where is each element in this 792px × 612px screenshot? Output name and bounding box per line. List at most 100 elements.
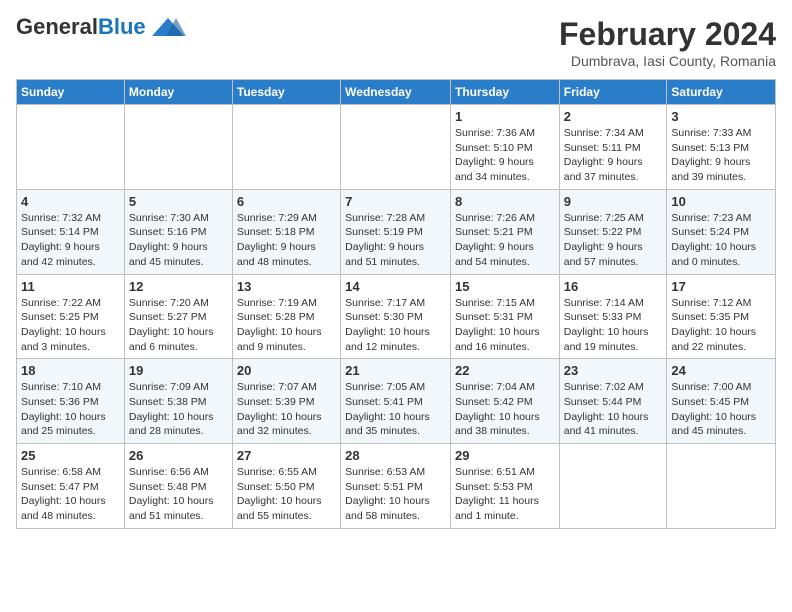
table-cell: 4 Sunrise: 7:32 AMSunset: 5:14 PMDaylight… [17, 189, 125, 274]
week-row-2: 4 Sunrise: 7:32 AMSunset: 5:14 PMDaylight… [17, 189, 776, 274]
day-info: Sunrise: 7:23 AMSunset: 5:24 PMDaylight:… [671, 211, 771, 270]
day-number: 18 [21, 363, 120, 378]
week-row-4: 18 Sunrise: 7:10 AMSunset: 5:36 PMDayligh… [17, 359, 776, 444]
day-info: Sunrise: 7:25 AMSunset: 5:22 PMDaylight:… [564, 211, 663, 270]
table-cell: 29 Sunrise: 6:51 AMSunset: 5:53 PMDayligh… [450, 444, 559, 529]
day-number: 7 [345, 194, 446, 209]
day-info: Sunrise: 6:58 AMSunset: 5:47 PMDaylight:… [21, 465, 120, 524]
day-info: Sunrise: 7:32 AMSunset: 5:14 PMDaylight:… [21, 211, 120, 270]
table-cell: 2 Sunrise: 7:34 AMSunset: 5:11 PMDaylight… [559, 105, 667, 190]
table-cell: 25 Sunrise: 6:58 AMSunset: 5:47 PMDayligh… [17, 444, 125, 529]
day-info: Sunrise: 7:09 AMSunset: 5:38 PMDaylight:… [129, 380, 228, 439]
day-number: 21 [345, 363, 446, 378]
day-number: 29 [455, 448, 555, 463]
day-number: 23 [564, 363, 663, 378]
table-cell: 6 Sunrise: 7:29 AMSunset: 5:18 PMDaylight… [232, 189, 340, 274]
day-info: Sunrise: 7:02 AMSunset: 5:44 PMDaylight:… [564, 380, 663, 439]
day-number: 8 [455, 194, 555, 209]
header-thursday: Thursday [450, 80, 559, 105]
table-cell: 1 Sunrise: 7:36 AMSunset: 5:10 PMDaylight… [450, 105, 559, 190]
day-number: 20 [237, 363, 336, 378]
day-info: Sunrise: 6:51 AMSunset: 5:53 PMDaylight:… [455, 465, 555, 524]
day-number: 26 [129, 448, 228, 463]
calendar-title: February 2024 [559, 16, 776, 53]
table-cell: 12Sunrise: 7:20 AMSunset: 5:27 PMDayligh… [124, 274, 232, 359]
day-number: 10 [671, 194, 771, 209]
table-cell [341, 105, 451, 190]
table-cell: 20 Sunrise: 7:07 AMSunset: 5:39 PMDayligh… [232, 359, 340, 444]
table-cell [17, 105, 125, 190]
day-number: 1 [455, 109, 555, 124]
table-cell: 23 Sunrise: 7:02 AMSunset: 5:44 PMDayligh… [559, 359, 667, 444]
day-info: Sunrise: 7:36 AMSunset: 5:10 PMDaylight:… [455, 126, 555, 185]
table-cell: 28 Sunrise: 6:53 AMSunset: 5:51 PMDayligh… [341, 444, 451, 529]
day-number: 5 [129, 194, 228, 209]
day-number: 14 [345, 279, 446, 294]
table-cell: 14Sunrise: 7:17 AMSunset: 5:30 PMDayligh… [341, 274, 451, 359]
table-cell: 17 Sunrise: 7:12 AMSunset: 5:35 PMDayligh… [667, 274, 776, 359]
day-number: 27 [237, 448, 336, 463]
day-info: Sunrise: 7:10 AMSunset: 5:36 PMDaylight:… [21, 380, 120, 439]
table-cell: 21 Sunrise: 7:05 AMSunset: 5:41 PMDayligh… [341, 359, 451, 444]
table-cell [559, 444, 667, 529]
day-number: 17 [671, 279, 771, 294]
day-info: Sunrise: 7:00 AMSunset: 5:45 PMDaylight:… [671, 380, 771, 439]
day-number: 22 [455, 363, 555, 378]
day-info: Sunrise: 7:19 AMSunset: 5:28 PMDaylight:… [237, 296, 336, 355]
table-cell: 18 Sunrise: 7:10 AMSunset: 5:36 PMDayligh… [17, 359, 125, 444]
table-cell: 10 Sunrise: 7:23 AMSunset: 5:24 PMDayligh… [667, 189, 776, 274]
calendar-table: Sunday Monday Tuesday Wednesday Thursday… [16, 79, 776, 529]
logo: GeneralBlue [16, 16, 186, 38]
page-header: GeneralBlue February 2024 Dumbrava, Iasi… [16, 16, 776, 69]
day-number: 25 [21, 448, 120, 463]
table-cell [232, 105, 340, 190]
day-number: 28 [345, 448, 446, 463]
day-info: Sunrise: 7:26 AMSunset: 5:21 PMDaylight:… [455, 211, 555, 270]
day-info: Sunrise: 7:33 AMSunset: 5:13 PMDaylight:… [671, 126, 771, 185]
table-cell: 13Sunrise: 7:19 AMSunset: 5:28 PMDayligh… [232, 274, 340, 359]
table-cell: 22 Sunrise: 7:04 AMSunset: 5:42 PMDayligh… [450, 359, 559, 444]
week-row-1: 1 Sunrise: 7:36 AMSunset: 5:10 PMDaylight… [17, 105, 776, 190]
day-info: Sunrise: 7:07 AMSunset: 5:39 PMDaylight:… [237, 380, 336, 439]
day-info: Sunrise: 6:55 AMSunset: 5:50 PMDaylight:… [237, 465, 336, 524]
day-info: Sunrise: 7:05 AMSunset: 5:41 PMDaylight:… [345, 380, 446, 439]
table-cell [667, 444, 776, 529]
day-info: Sunrise: 7:28 AMSunset: 5:19 PMDaylight:… [345, 211, 446, 270]
header-wednesday: Wednesday [341, 80, 451, 105]
day-info: Sunrise: 7:34 AMSunset: 5:11 PMDaylight:… [564, 126, 663, 185]
day-info: Sunrise: 7:30 AMSunset: 5:16 PMDaylight:… [129, 211, 228, 270]
table-cell: 19 Sunrise: 7:09 AMSunset: 5:38 PMDayligh… [124, 359, 232, 444]
table-cell: 16 Sunrise: 7:14 AMSunset: 5:33 PMDayligh… [559, 274, 667, 359]
day-info: Sunrise: 7:14 AMSunset: 5:33 PMDaylight:… [564, 296, 663, 355]
header-saturday: Saturday [667, 80, 776, 105]
day-number: 4 [21, 194, 120, 209]
day-number: 12 [129, 279, 228, 294]
day-info: Sunrise: 6:53 AMSunset: 5:51 PMDaylight:… [345, 465, 446, 524]
day-number: 19 [129, 363, 228, 378]
weekday-header-row: Sunday Monday Tuesday Wednesday Thursday… [17, 80, 776, 105]
day-number: 15 [455, 279, 555, 294]
day-info: Sunrise: 7:12 AMSunset: 5:35 PMDaylight:… [671, 296, 771, 355]
header-sunday: Sunday [17, 80, 125, 105]
day-info: Sunrise: 7:22 AMSunset: 5:25 PMDaylight:… [21, 296, 120, 355]
table-cell: 7 Sunrise: 7:28 AMSunset: 5:19 PMDaylight… [341, 189, 451, 274]
calendar-subtitle: Dumbrava, Iasi County, Romania [559, 53, 776, 69]
title-area: February 2024 Dumbrava, Iasi County, Rom… [559, 16, 776, 69]
table-cell: 15 Sunrise: 7:15 AMSunset: 5:31 PMDayligh… [450, 274, 559, 359]
day-info: Sunrise: 7:15 AMSunset: 5:31 PMDaylight:… [455, 296, 555, 355]
day-number: 6 [237, 194, 336, 209]
header-monday: Monday [124, 80, 232, 105]
day-info: Sunrise: 6:56 AMSunset: 5:48 PMDaylight:… [129, 465, 228, 524]
day-number: 11 [21, 279, 120, 294]
table-cell: 9Sunrise: 7:25 AMSunset: 5:22 PMDaylight… [559, 189, 667, 274]
table-cell: 8 Sunrise: 7:26 AMSunset: 5:21 PMDaylight… [450, 189, 559, 274]
day-number: 2 [564, 109, 663, 124]
table-cell: 24Sunrise: 7:00 AMSunset: 5:45 PMDayligh… [667, 359, 776, 444]
day-number: 16 [564, 279, 663, 294]
logo-general: General [16, 14, 98, 39]
logo-icon [150, 16, 186, 38]
day-info: Sunrise: 7:04 AMSunset: 5:42 PMDaylight:… [455, 380, 555, 439]
table-cell: 27 Sunrise: 6:55 AMSunset: 5:50 PMDayligh… [232, 444, 340, 529]
header-friday: Friday [559, 80, 667, 105]
day-info: Sunrise: 7:29 AMSunset: 5:18 PMDaylight:… [237, 211, 336, 270]
